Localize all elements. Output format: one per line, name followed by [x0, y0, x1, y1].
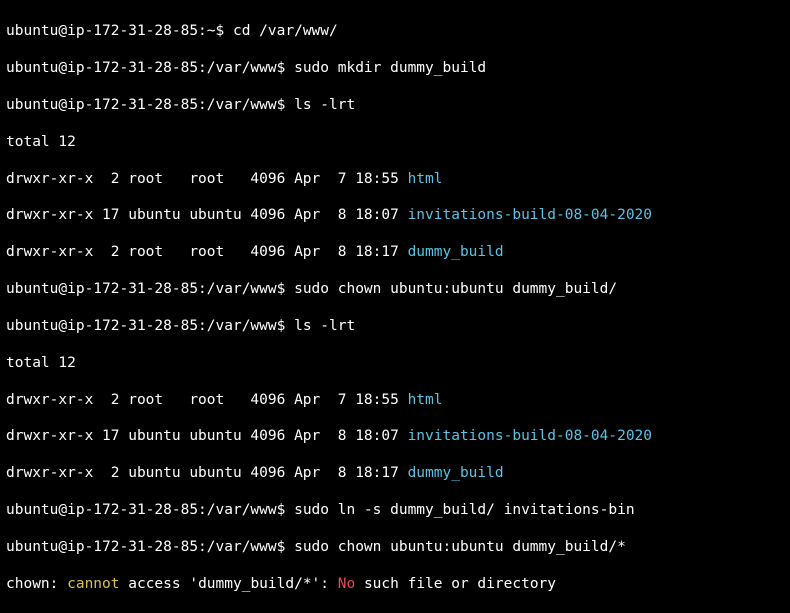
command-mkdir: sudo mkdir dummy_build — [294, 60, 486, 76]
ls-row: drwxr-xr-x 2 ubuntu ubuntu 4096 Apr 8 18… — [6, 464, 784, 482]
err-post: such file or directory — [355, 576, 556, 592]
ls-perm: drwxr-xr-x 2 root root 4096 Apr 7 18:55 — [6, 392, 408, 408]
ls-row: drwxr-xr-x 2 root root 4096 Apr 7 18:55 … — [6, 391, 784, 409]
prompt: ubuntu@ip-172-31-28-85:~$ — [6, 23, 233, 39]
command-cd: cd /var/www/ — [233, 23, 338, 39]
ls-name-dummy-build: dummy_build — [408, 244, 504, 260]
prompt: ubuntu@ip-172-31-28-85:/var/www$ — [6, 318, 294, 334]
line-prompt-ls2: ubuntu@ip-172-31-28-85:/var/www$ ls -lrt — [6, 317, 784, 335]
ls-perm: drwxr-xr-x 2 ubuntu ubuntu 4096 Apr 8 18… — [6, 465, 408, 481]
command-chown2: sudo chown ubuntu:ubuntu dummy_build/* — [294, 539, 626, 555]
line-error: chown: cannot access 'dummy_build/*': No… — [6, 575, 784, 593]
prompt: ubuntu@ip-172-31-28-85:/var/www$ — [6, 502, 294, 518]
prompt: ubuntu@ip-172-31-28-85:/var/www$ — [6, 60, 294, 76]
command-chown1: sudo chown ubuntu:ubuntu dummy_build/ — [294, 281, 617, 297]
ls-total: total 12 — [6, 354, 784, 372]
ls-name-html: html — [408, 392, 443, 408]
prompt: ubuntu@ip-172-31-28-85:/var/www$ — [6, 97, 294, 113]
line-prompt-chown1: ubuntu@ip-172-31-28-85:/var/www$ sudo ch… — [6, 280, 784, 298]
ls-row: drwxr-xr-x 17 ubuntu ubuntu 4096 Apr 8 1… — [6, 427, 784, 445]
prompt: ubuntu@ip-172-31-28-85:/var/www$ — [6, 281, 294, 297]
ls-name-invitations-build: invitations-build-08-04-2020 — [408, 428, 652, 444]
ls-row: drwxr-xr-x 17 ubuntu ubuntu 4096 Apr 8 1… — [6, 206, 784, 224]
err-pre: chown: — [6, 576, 67, 592]
ls-name-html: html — [408, 171, 443, 187]
err-no: No — [338, 576, 355, 592]
ls-perm: drwxr-xr-x 2 root root 4096 Apr 7 18:55 — [6, 171, 408, 187]
ls-perm: drwxr-xr-x 17 ubuntu ubuntu 4096 Apr 8 1… — [6, 207, 408, 223]
ls-perm: drwxr-xr-x 2 root root 4096 Apr 8 18:17 — [6, 244, 408, 260]
line-prompt-ln: ubuntu@ip-172-31-28-85:/var/www$ sudo ln… — [6, 501, 784, 519]
line-prompt-chown2: ubuntu@ip-172-31-28-85:/var/www$ sudo ch… — [6, 538, 784, 556]
line-prompt-cd: ubuntu@ip-172-31-28-85:~$ cd /var/www/ — [6, 22, 784, 40]
command-ln: sudo ln -s dummy_build/ invitations-bin — [294, 502, 634, 518]
err-cannot: cannot — [67, 576, 119, 592]
ls-name-invitations-build: invitations-build-08-04-2020 — [408, 207, 652, 223]
line-prompt-ls1: ubuntu@ip-172-31-28-85:/var/www$ ls -lrt — [6, 96, 784, 114]
ls-row: drwxr-xr-x 2 root root 4096 Apr 8 18:17 … — [6, 243, 784, 261]
command-ls: ls -lrt — [294, 97, 355, 113]
command-ls: ls -lrt — [294, 318, 355, 334]
ls-name-dummy-build: dummy_build — [408, 465, 504, 481]
line-prompt-mkdir: ubuntu@ip-172-31-28-85:/var/www$ sudo mk… — [6, 59, 784, 77]
ls-total: total 12 — [6, 133, 784, 151]
prompt: ubuntu@ip-172-31-28-85:/var/www$ — [6, 539, 294, 555]
terminal-window[interactable]: ubuntu@ip-172-31-28-85:~$ cd /var/www/ u… — [0, 0, 790, 613]
err-mid: access 'dummy_build/*': — [120, 576, 338, 592]
ls-perm: drwxr-xr-x 17 ubuntu ubuntu 4096 Apr 8 1… — [6, 428, 408, 444]
ls-row: drwxr-xr-x 2 root root 4096 Apr 7 18:55 … — [6, 170, 784, 188]
